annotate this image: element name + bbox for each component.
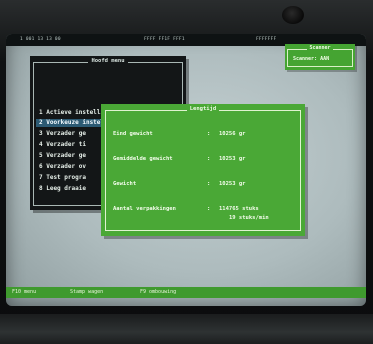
menu-item-3[interactable]: 3 Verzader ge [39, 130, 86, 138]
aantal-verpakkingen-colon: : [207, 206, 211, 212]
aantal-verpakkingen-label: Aantal verpakkingen [113, 206, 176, 212]
monitor-bezel-bottom [0, 314, 373, 344]
scanner-status: Scanner: AAN [293, 56, 330, 62]
result-window: Lengtijd Eind gewicht : 10256 gr Gemidde… [101, 104, 305, 236]
result-frame [105, 110, 301, 231]
monitor-knob [282, 6, 304, 24]
crt-screen: 1 001 13 13 00 FFFF FF1F FFF1 FFFFFFF Ho… [6, 34, 366, 306]
top-bar-right-text: FFFFFFF [256, 37, 277, 42]
gewicht-value: 10253 gr [219, 181, 246, 187]
result-title: Lengtijd [186, 106, 220, 112]
menu-item-4[interactable]: 4 Verzader ti [39, 141, 86, 149]
gemiddelde-gewicht-label: Gemiddelde gewicht [113, 156, 173, 162]
verpakkingen-rate-value: 19 stuks/min [229, 215, 269, 221]
function-key-menu[interactable]: F10 menu [12, 289, 36, 295]
menu-item-5[interactable]: 5 Verzader ge [39, 152, 86, 160]
gewicht-label: Gewicht [113, 181, 137, 187]
aantal-verpakkingen-value: 114765 stuks [219, 206, 259, 212]
function-key-stamp-wagen[interactable]: Stamp wagen [70, 289, 103, 295]
photo-stage: 1 001 13 13 00 FFFF FF1F FFF1 FFFFFFF Ho… [0, 0, 373, 344]
menu-item-8[interactable]: 8 Leeg draaie [39, 185, 86, 193]
top-bar-center-text: FFFF FF1F FFF1 [144, 37, 185, 42]
eind-gewicht-colon: : [207, 131, 211, 137]
menu-item-7[interactable]: 7 Test progra [39, 174, 86, 182]
gemiddelde-gewicht-colon: : [207, 156, 211, 162]
menu-item-6[interactable]: 6 Verzader ov [39, 163, 86, 171]
function-key-ombouwing[interactable]: F9 ombouwing [140, 289, 176, 295]
gemiddelde-gewicht-value: 10253 gr [219, 156, 246, 162]
gewicht-colon: : [207, 181, 211, 187]
eind-gewicht-value: 10256 gr [219, 131, 246, 137]
main-menu-title: Hoofd menu [88, 58, 128, 64]
eind-gewicht-label: Eind gewicht [113, 131, 153, 137]
bottom-function-bar: F10 menu Stamp wagen F9 ombouwing [6, 287, 366, 298]
scanner-title: Scanner [307, 45, 333, 51]
top-bar-left-text: 1 001 13 13 00 [20, 37, 61, 42]
scanner-window: Scanner Scanner: AAN [285, 44, 355, 70]
